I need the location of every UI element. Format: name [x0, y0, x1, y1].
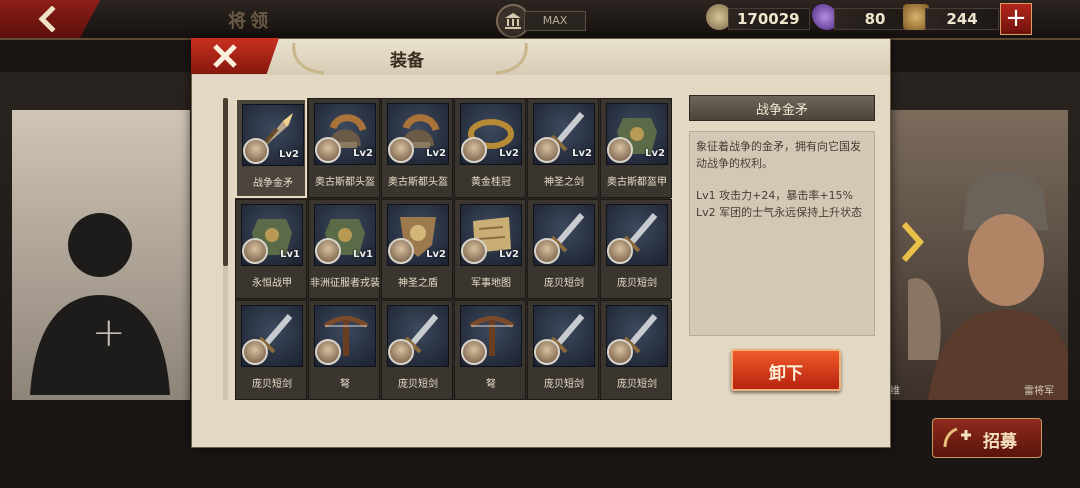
equipment-name: 庞贝短剑 — [617, 379, 657, 390]
unequip-button[interactable]: 卸下 — [731, 349, 841, 391]
equipment-grid: Lv2 战争金矛 Lv2 奥古斯都头盔 Lv2 奥古斯都头盔 Lv2 黄金桂冠 Lv2 神圣之剑 L… — [235, 98, 672, 400]
equipment-name: 奥古斯都盔甲 — [607, 177, 667, 188]
equipment-name: 非洲征服者戎装 — [310, 278, 380, 289]
equipment-slot[interactable]: 弩 — [454, 300, 526, 400]
detail-desc-line1: 象征着战争的金矛，拥有向它国发 — [696, 140, 861, 153]
owner-avatar — [461, 238, 487, 264]
equipment-level: Lv2 — [279, 149, 299, 160]
owner-avatar — [315, 339, 341, 365]
equipment-slot[interactable]: Lv2 奥古斯都头盔 — [308, 98, 380, 198]
equipment-dialog: 装备 Lv2 战争金矛 Lv2 奥古斯都头盔 Lv2 奥古斯都头盔 Lv2 黄金桂冠 Lv2 神圣… — [191, 38, 891, 448]
scrollbar-thumb[interactable] — [223, 98, 228, 266]
laurel-plus-icon — [943, 427, 971, 448]
troop-value: 244 — [925, 8, 999, 30]
equipment-name: 军事地图 — [471, 278, 511, 289]
equipment-level: Lv2 — [499, 249, 519, 260]
detail-lv2-effect: Lv2 军团的士气永远保持上升状态 — [696, 206, 863, 219]
close-button[interactable] — [191, 38, 279, 74]
general-name-right: 雷将军 — [1024, 386, 1054, 397]
add-slot-icon: + — [92, 310, 126, 356]
equipment-level: Lv2 — [645, 148, 665, 159]
equipment-slot[interactable]: Lv2 奥古斯都盔甲 — [600, 98, 672, 198]
equipment-name: 奥古斯都头盔 — [315, 177, 375, 188]
coin-value: 170029 — [728, 8, 810, 30]
equipment-level: Lv1 — [353, 249, 373, 260]
equipment-name: 弩 — [486, 379, 496, 390]
equipment-slot[interactable]: 庞贝短剑 — [600, 300, 672, 400]
equipment-name: 黄金桂冠 — [471, 177, 511, 188]
equipment-slot[interactable]: Lv2 神圣之剑 — [527, 98, 599, 198]
general-portrait-icon — [908, 171, 1068, 400]
equipment-level: Lv2 — [426, 249, 446, 260]
owner-avatar — [315, 137, 341, 163]
owner-avatar — [534, 339, 560, 365]
equipment-name: 奥古斯都头盔 — [388, 177, 448, 188]
top-bar: 将领 MAX 170029 80 244 + — [0, 0, 1080, 40]
silhouette-icon — [30, 213, 170, 395]
owner-avatar — [461, 137, 487, 163]
owner-avatar — [607, 339, 633, 365]
general-name-left: 维 — [890, 386, 900, 397]
equipment-slot[interactable]: Lv2 军事地图 — [454, 199, 526, 299]
detail-title-bar: 战争金矛 — [689, 95, 875, 121]
general-slot-empty[interactable]: + — [12, 110, 190, 400]
equipment-name: 庞贝短剑 — [544, 379, 584, 390]
recruit-label: 招募 — [983, 432, 1017, 452]
owner-avatar — [242, 238, 268, 264]
equipment-level: Lv2 — [499, 148, 519, 159]
equipment-slot[interactable]: 庞贝短剑 — [381, 300, 453, 400]
recruit-button[interactable]: 招募 — [932, 418, 1042, 458]
equipment-level: Lv2 — [353, 148, 373, 159]
equipment-slot[interactable]: Lv2 奥古斯都头盔 — [381, 98, 453, 198]
back-arrow-icon — [38, 6, 56, 32]
owner-avatar — [388, 339, 414, 365]
equipment-slot[interactable]: Lv2 战争金矛 — [235, 98, 307, 198]
owner-avatar — [534, 137, 560, 163]
owner-avatar — [607, 137, 633, 163]
equipment-name: 战争金矛 — [253, 178, 293, 189]
equipment-name: 神圣之剑 — [544, 177, 584, 188]
equipment-slot[interactable]: Lv2 神圣之盾 — [381, 199, 453, 299]
equipment-slot[interactable]: 庞贝短剑 — [527, 300, 599, 400]
equipment-slot[interactable]: Lv2 黄金桂冠 — [454, 98, 526, 198]
owner-avatar — [243, 138, 269, 164]
owner-avatar — [242, 339, 268, 365]
equipment-name: 庞贝短剑 — [398, 379, 438, 390]
equipment-name: 庞贝短剑 — [617, 278, 657, 289]
equipment-slot[interactable]: 弩 — [308, 300, 380, 400]
max-label: MAX — [524, 11, 586, 31]
owner-avatar — [388, 137, 414, 163]
equipment-slot[interactable]: Lv1 非洲征服者戎装 — [308, 199, 380, 299]
owner-avatar — [315, 238, 341, 264]
owner-avatar — [534, 238, 560, 264]
unequip-label: 卸下 — [769, 364, 803, 384]
equipment-name: 神圣之盾 — [398, 278, 438, 289]
equipment-slot[interactable]: 庞贝短剑 — [527, 199, 599, 299]
equipment-slot[interactable]: 庞贝短剑 — [235, 300, 307, 400]
laurel-right-icon — [495, 42, 528, 75]
equipment-slot[interactable]: 庞贝短剑 — [600, 199, 672, 299]
equipment-level: Lv2 — [572, 148, 592, 159]
owner-avatar — [388, 238, 414, 264]
detail-desc-line2: 动战争的权利。 — [696, 157, 773, 170]
equipment-name: 弩 — [340, 379, 350, 390]
equipment-level: Lv1 — [280, 249, 300, 260]
back-button[interactable] — [0, 0, 100, 38]
next-arrow-icon[interactable] — [900, 222, 926, 262]
detail-description-box: 象征着战争的金矛，拥有向它国发 动战争的权利。 Lv1 攻击力+24，暴击率+1… — [689, 131, 875, 336]
equipment-slot[interactable]: Lv1 永恒战甲 — [235, 199, 307, 299]
detail-lv1-effect: Lv1 攻击力+24，暴击率+15% — [696, 189, 854, 202]
equipment-name: 庞贝短剑 — [252, 379, 292, 390]
owner-avatar — [461, 339, 487, 365]
equipment-name: 永恒战甲 — [252, 278, 292, 289]
page-title: 将领 — [228, 11, 272, 32]
equipment-level: Lv2 — [426, 148, 446, 159]
dialog-header: 装备 — [192, 39, 890, 75]
detail-title: 战争金矛 — [755, 103, 808, 118]
equipment-name: 庞贝短剑 — [544, 278, 584, 289]
add-resource-button[interactable]: + — [1000, 3, 1032, 35]
close-icon — [213, 44, 237, 68]
owner-avatar — [607, 238, 633, 264]
